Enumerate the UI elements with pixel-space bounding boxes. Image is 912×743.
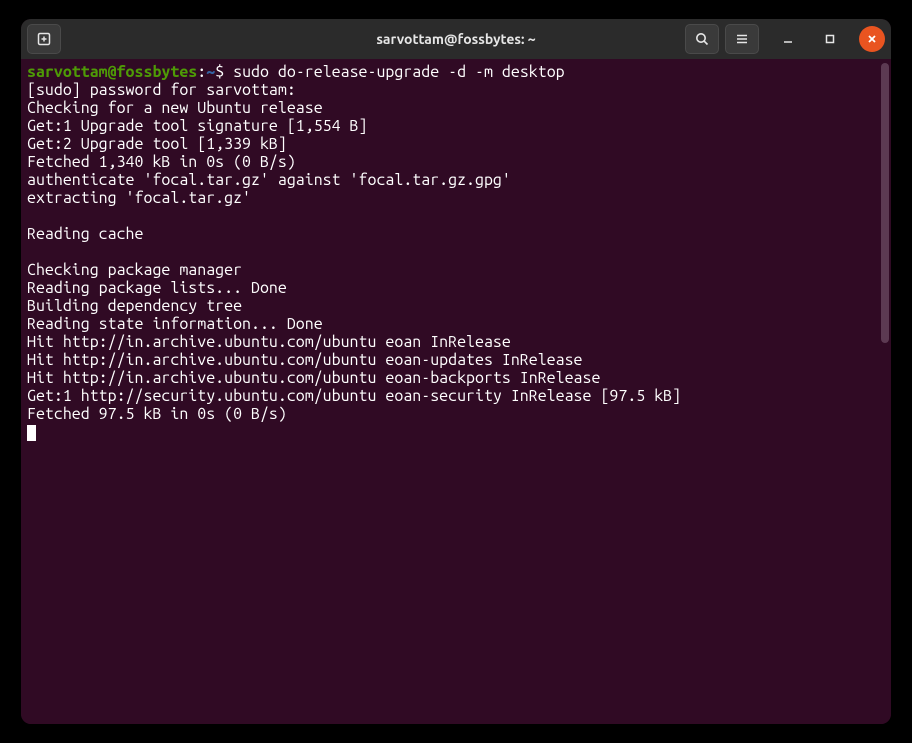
- terminal-output: [sudo] password for sarvottam: Checking …: [27, 81, 885, 423]
- output-line: Checking for a new Ubuntu release: [27, 99, 885, 117]
- new-tab-icon: [36, 31, 52, 47]
- output-line: Hit http://in.archive.ubuntu.com/ubuntu …: [27, 333, 885, 351]
- terminal-body[interactable]: sarvottam@fossbytes:~$ sudo do-release-u…: [21, 59, 891, 724]
- output-line: Reading state information... Done: [27, 315, 885, 333]
- output-line: Reading cache: [27, 225, 885, 243]
- terminal-window: sarvottam@fossbytes: ~: [21, 19, 891, 724]
- cursor-block: [27, 425, 36, 441]
- output-line: Hit http://in.archive.ubuntu.com/ubuntu …: [27, 351, 885, 369]
- output-line: Fetched 97.5 kB in 0s (0 B/s): [27, 405, 885, 423]
- search-button[interactable]: [685, 24, 719, 54]
- output-line: Building dependency tree: [27, 297, 885, 315]
- scrollbar-thumb[interactable]: [881, 63, 889, 343]
- prompt-path: ~: [206, 63, 215, 81]
- hamburger-icon: [734, 31, 750, 47]
- output-line: Reading package lists... Done: [27, 279, 885, 297]
- search-icon: [694, 31, 710, 47]
- output-line: Checking package manager: [27, 261, 885, 279]
- cursor-line: [27, 423, 885, 441]
- titlebar: sarvottam@fossbytes: ~: [21, 19, 891, 59]
- output-line: Get:1 Upgrade tool signature [1,554 B]: [27, 117, 885, 135]
- output-line: [sudo] password for sarvottam:: [27, 81, 885, 99]
- output-line: [27, 207, 885, 225]
- output-line: Get:2 Upgrade tool [1,339 kB]: [27, 135, 885, 153]
- prompt-line: sarvottam@fossbytes:~$ sudo do-release-u…: [27, 63, 885, 81]
- output-line: Get:1 http://security.ubuntu.com/ubuntu …: [27, 387, 885, 405]
- output-line: Fetched 1,340 kB in 0s (0 B/s): [27, 153, 885, 171]
- new-tab-button[interactable]: [27, 24, 61, 54]
- output-line: authenticate 'focal.tar.gz' against 'foc…: [27, 171, 885, 189]
- maximize-icon: [824, 33, 836, 45]
- minimize-button[interactable]: [775, 26, 801, 52]
- close-button[interactable]: [859, 26, 885, 52]
- output-line: extracting 'focal.tar.gz': [27, 189, 885, 207]
- minimize-icon: [782, 33, 794, 45]
- command-text: sudo do-release-upgrade -d -m desktop: [233, 63, 565, 81]
- prompt-dollar: $: [215, 63, 233, 81]
- close-icon: [866, 33, 878, 45]
- prompt-colon: :: [197, 63, 206, 81]
- maximize-button[interactable]: [817, 26, 843, 52]
- output-line: Hit http://in.archive.ubuntu.com/ubuntu …: [27, 369, 885, 387]
- menu-button[interactable]: [725, 24, 759, 54]
- prompt-user-host: sarvottam@fossbytes: [27, 63, 197, 81]
- output-line: [27, 243, 885, 261]
